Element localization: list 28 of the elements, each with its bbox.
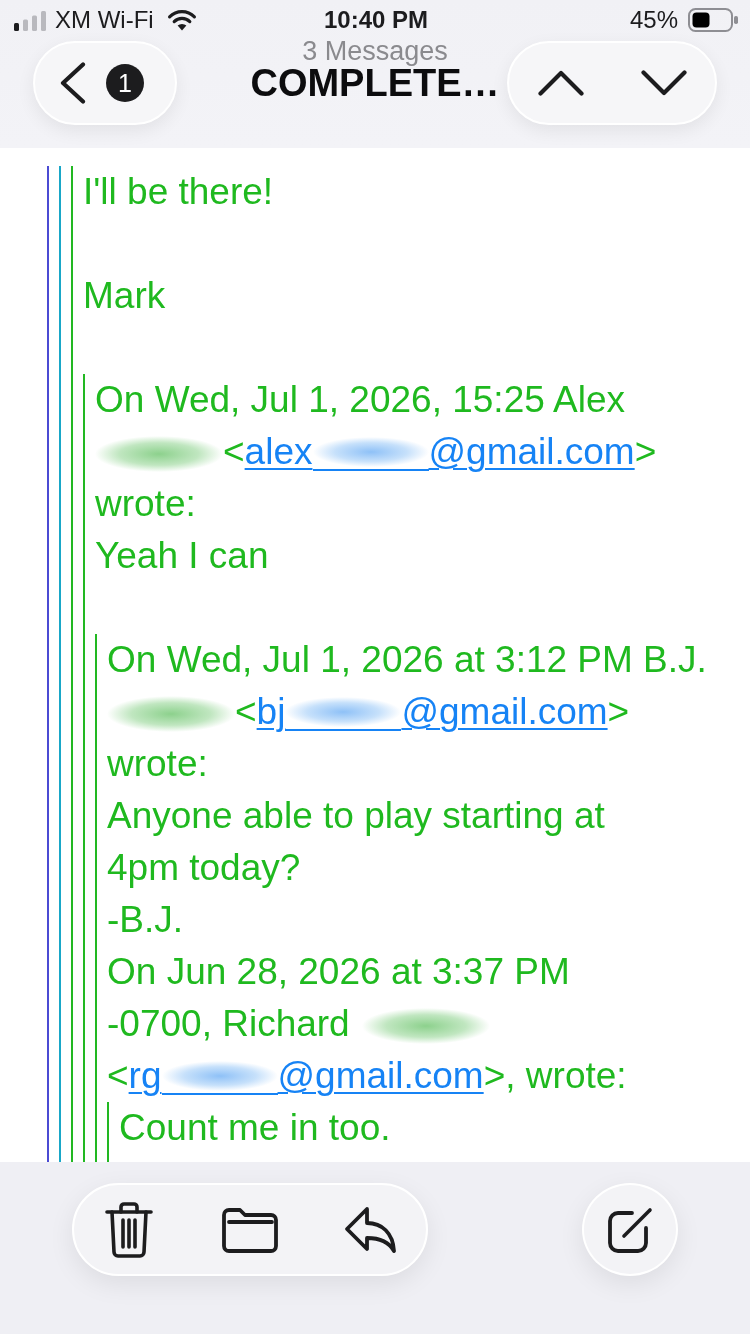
chevron-up-icon	[537, 70, 584, 97]
back-button[interactable]: 1	[33, 41, 177, 126]
carrier-name: XM Wi-Fi	[55, 5, 154, 34]
quoted-text: Mark	[83, 274, 166, 318]
quoted-text: Anyone able to play starting at 4pm today?	[107, 794, 605, 890]
signal-icon	[14, 10, 46, 31]
email-link[interactable]: rg @gmail.com	[128, 1055, 484, 1096]
message-count: 3 Messages	[302, 37, 448, 66]
status-time: 10:40 PM	[323, 5, 429, 34]
battery-icon	[688, 7, 738, 32]
chevron-left-icon	[60, 62, 86, 105]
quoted-text: Yeah I can	[95, 534, 269, 578]
quoted-text: On Wed, Jul 1, 2026, 15:25 Alex <alex @gmail.com> wrote:	[95, 378, 657, 526]
email-link[interactable]: alex @gmail.com	[244, 431, 635, 472]
quoted-text: -B.J.	[107, 898, 184, 942]
chevron-down-icon	[640, 70, 687, 97]
quoted-text: On Jun 28, 2026 at 3:37 PM -0700, Richard <rg @gmail.com>, wrote:	[107, 950, 627, 1098]
compose-icon	[606, 1205, 654, 1254]
folder-icon	[222, 1206, 278, 1253]
trash-icon	[104, 1201, 153, 1258]
wifi-icon	[166, 8, 197, 31]
unread-count-badge: 1	[106, 64, 144, 103]
reply-icon	[344, 1205, 399, 1254]
battery-percent: 45%	[629, 5, 678, 34]
quoted-text: On Wed, Jul 1, 2026 at 3:12 PM B.J. <bj @gmail.com> wrote:	[107, 638, 707, 786]
quoted-text: I'll be there!	[83, 170, 274, 214]
email-link[interactable]: bj @gmail.com	[256, 691, 608, 732]
quoted-text: Count me in too.	[119, 1106, 391, 1150]
